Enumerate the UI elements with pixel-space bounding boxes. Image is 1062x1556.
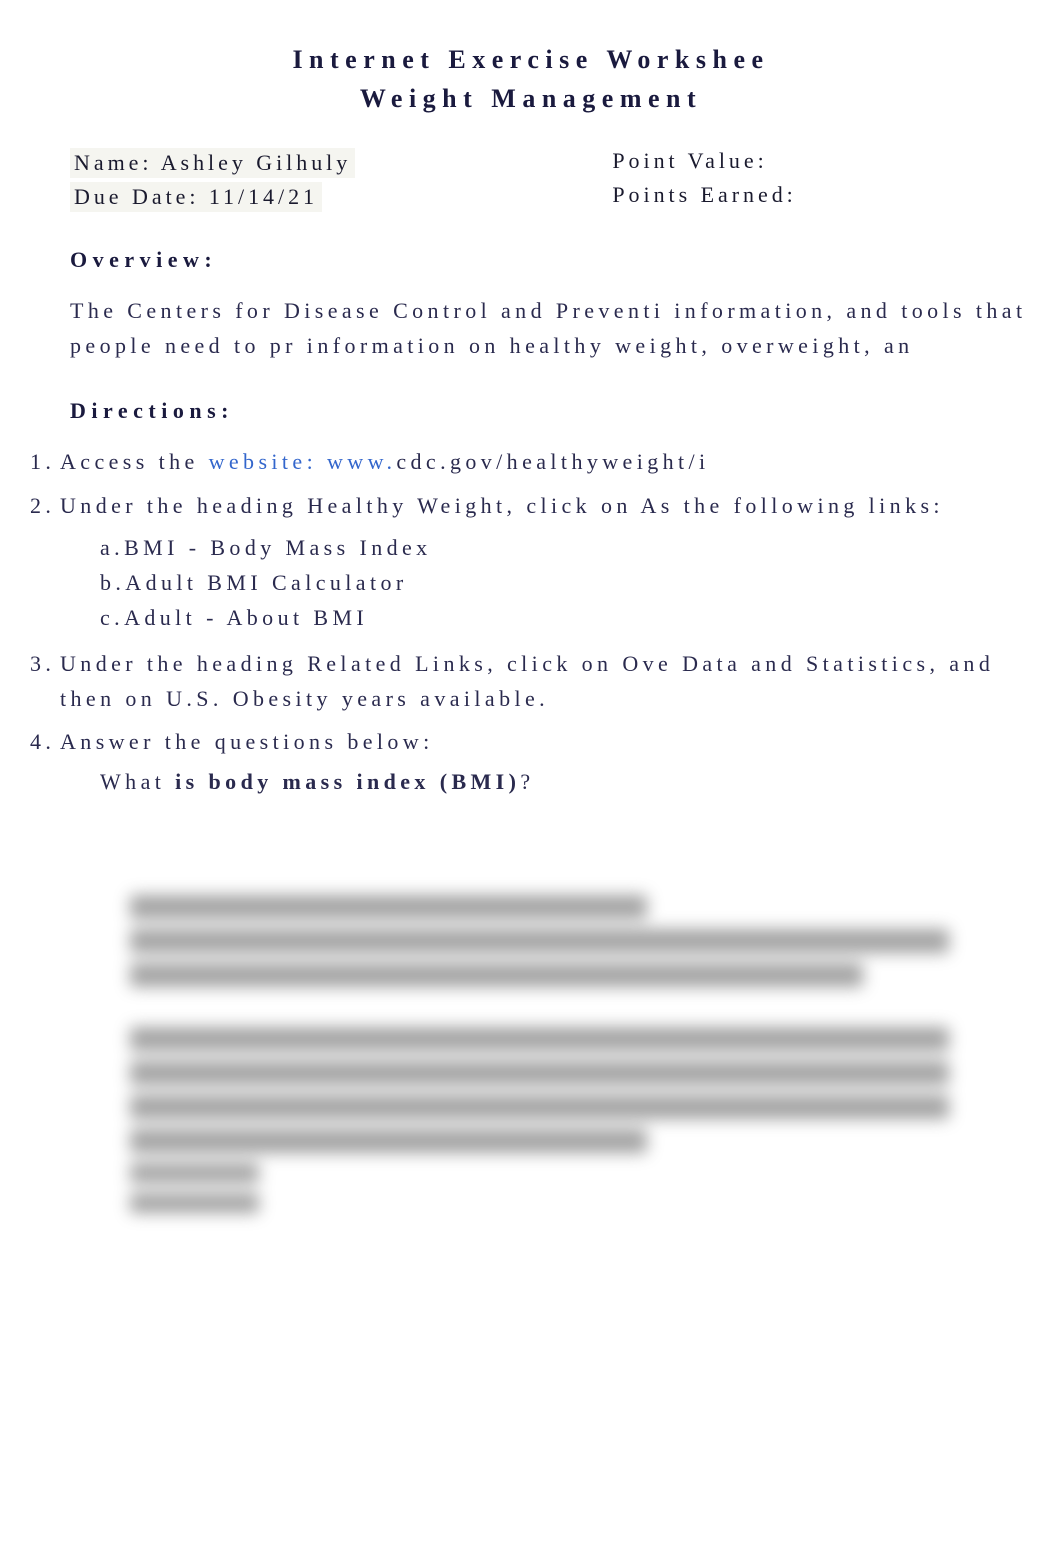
question-prefix: What [100, 769, 175, 794]
document-title: Internet Exercise Workshee Weight Manage… [30, 40, 1032, 118]
overview-text: The Centers for Disease Control and Prev… [70, 293, 1032, 363]
blurred-line [130, 1163, 259, 1183]
name-field: Name: Ashley Gilhuly [70, 148, 612, 178]
sub-item-b: b.Adult BMI Calculator [100, 566, 1032, 599]
info-row-2: Due Date: 11/14/21 Points Earned: [30, 182, 1032, 212]
item-text: Under the heading Healthy Weight, click … [60, 488, 1032, 523]
blurred-line [130, 1193, 259, 1213]
name-label: Name: [74, 150, 152, 175]
blurred-line [130, 963, 863, 987]
item-number: 2. [30, 488, 60, 523]
blurred-line [130, 895, 647, 919]
sub-item-a: a.BMI - Body Mass Index [100, 531, 1032, 564]
direction-item-1: 1. Access the website: www.cdc.gov/healt… [30, 444, 1032, 479]
website-link[interactable]: website: www. [209, 449, 397, 474]
blurred-line [130, 1061, 949, 1085]
item-number: 3. [30, 646, 60, 716]
item-number: 1. [30, 444, 60, 479]
points-earned-field: Points Earned: [612, 182, 992, 212]
overview-heading: Overview: [70, 247, 1032, 273]
blurred-content [130, 895, 992, 1213]
name-value: Ashley Gilhuly [161, 150, 352, 175]
due-date-value: 11/14/21 [209, 184, 318, 209]
item-text-prefix: Access the [60, 449, 209, 474]
due-date-field: Due Date: 11/14/21 [70, 182, 612, 212]
title-line-1: Internet Exercise Workshee [30, 40, 1032, 79]
point-value-field: Point Value: [612, 148, 992, 178]
item-text-suffix: cdc.gov/healthyweight/i [396, 449, 709, 474]
blurred-line [130, 1095, 949, 1119]
directions-heading: Directions: [70, 398, 1032, 424]
direction-item-4: 4. Answer the questions below: [30, 724, 1032, 759]
due-date-label: Due Date: [74, 184, 199, 209]
item-text: Answer the questions below: [60, 724, 1032, 759]
title-line-2: Weight Management [30, 79, 1032, 118]
blurred-line [130, 1129, 647, 1153]
item-number: 4. [30, 724, 60, 759]
point-value-label: Point Value: [612, 148, 767, 173]
question-text: What is body mass index (BMI)? [100, 769, 1032, 795]
sub-item-c: c.Adult - About BMI [100, 601, 1032, 634]
sub-list: a.BMI - Body Mass Index b.Adult BMI Calc… [100, 531, 1032, 634]
blurred-line [130, 929, 949, 953]
info-row-1: Name: Ashley Gilhuly Point Value: [30, 148, 1032, 178]
item-text: Under the heading Related Links, click o… [60, 646, 1032, 716]
question-bold: body mass index (BMI) [209, 769, 521, 794]
points-earned-label: Points Earned: [612, 182, 796, 207]
direction-item-2: 2. Under the heading Healthy Weight, cli… [30, 488, 1032, 523]
question-bold-is: is [175, 769, 198, 794]
blurred-line [130, 1027, 949, 1051]
direction-item-3: 3. Under the heading Related Links, clic… [30, 646, 1032, 716]
